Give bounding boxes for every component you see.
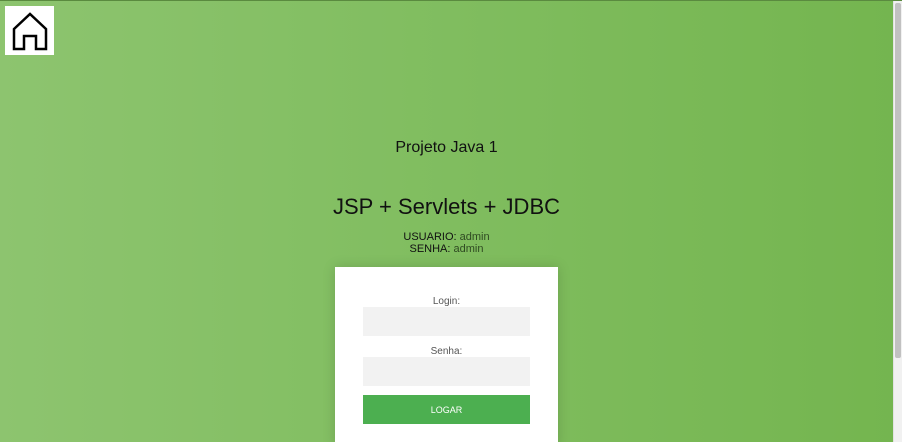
scrollbar-thumb[interactable] bbox=[895, 3, 901, 358]
home-button[interactable] bbox=[5, 6, 54, 55]
credentials-user-row: USUARIO: admin bbox=[0, 231, 893, 243]
password-label: Senha: bbox=[430, 346, 463, 357]
user-label: USUARIO: bbox=[403, 231, 457, 243]
pass-label: SENHA: bbox=[409, 243, 451, 255]
page-title: Projeto Java 1 bbox=[395, 139, 498, 156]
login-input[interactable] bbox=[363, 307, 530, 336]
password-input[interactable] bbox=[363, 357, 530, 386]
user-value: admin bbox=[459, 231, 490, 243]
pass-value: admin bbox=[453, 243, 484, 255]
login-button[interactable]: LOGAR bbox=[363, 395, 530, 424]
login-card: Login: Senha: LOGAR bbox=[335, 267, 558, 442]
page-heading: JSP + Servlets + JDBC bbox=[332, 194, 560, 219]
login-label: Login: bbox=[432, 296, 461, 307]
home-icon bbox=[12, 11, 47, 50]
vertical-scrollbar[interactable] bbox=[893, 1, 902, 442]
credentials-hint: USUARIO: admin SENHA: admin bbox=[0, 231, 893, 255]
credentials-pass-row: SENHA: admin bbox=[0, 243, 893, 255]
